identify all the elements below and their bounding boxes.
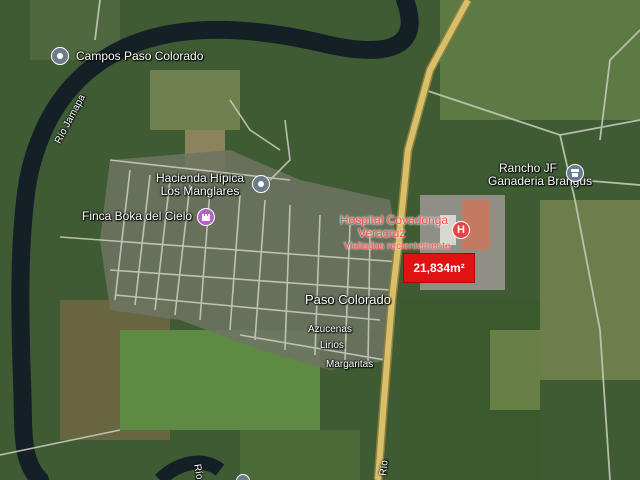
river-label-bottom: Río [191, 463, 205, 480]
place-label-rancho[interactable]: Rancho JF Ganaderia Brangus [488, 161, 592, 188]
place-label-hospital-line2: Veracruz [358, 226, 406, 240]
satellite-map[interactable]: Campos Paso Colorado Río Jamapa Hacienda… [0, 0, 640, 480]
castle-icon[interactable] [197, 208, 215, 226]
rancho-line1: Rancho JF [498, 161, 558, 175]
place-label-campos[interactable]: Campos Paso Colorado [76, 50, 203, 63]
area-badge[interactable]: 21,834m² [404, 254, 474, 282]
street-label-lirios: Lirios [320, 340, 344, 351]
hacienda-line1: Hacienda Hípica [155, 171, 245, 185]
street-label-margaritas: Margaritas [326, 359, 374, 370]
town-label[interactable]: Paso Colorado [305, 293, 391, 306]
street-label-azucenas: Azucenas [308, 324, 352, 335]
recently-visited-label: Visitados recientemente [344, 241, 451, 252]
map-pin-icon[interactable] [252, 175, 270, 193]
map-pin-icon[interactable] [51, 47, 69, 65]
hospital-icon[interactable]: H [452, 221, 470, 239]
place-label-hacienda[interactable]: Hacienda Hípica Los Manglares [150, 172, 250, 198]
hacienda-line2: Los Manglares [160, 184, 240, 198]
map-imagery [0, 0, 640, 480]
store-icon[interactable] [566, 164, 584, 182]
place-label-finca[interactable]: Finca Boka del Cielo [82, 210, 192, 223]
road-label-bottom: Río [377, 459, 391, 477]
